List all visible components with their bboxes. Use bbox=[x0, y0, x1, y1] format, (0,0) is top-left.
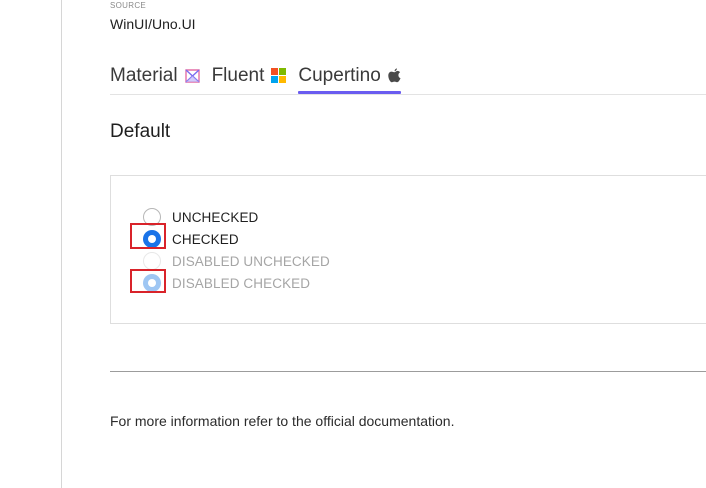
radio-disabled-checked: DISABLED CHECKED bbox=[143, 273, 310, 293]
source-label: SOURCE bbox=[110, 1, 147, 10]
tab-material-label: Material bbox=[110, 64, 178, 86]
radio-disabled-checked-circle-icon bbox=[143, 274, 161, 292]
radio-demo-panel bbox=[110, 175, 706, 324]
radio-checked[interactable]: CHECKED bbox=[143, 229, 239, 249]
radio-disabled-unchecked: DISABLED UNCHECKED bbox=[143, 251, 330, 271]
apple-logo-icon bbox=[388, 68, 401, 83]
radio-unchecked-circle-icon[interactable] bbox=[143, 208, 161, 226]
tab-fluent-label: Fluent bbox=[211, 64, 265, 86]
radio-disabled-unchecked-circle-icon bbox=[143, 252, 161, 270]
material-logo-icon bbox=[184, 68, 200, 83]
radio-disabled-unchecked-label: DISABLED UNCHECKED bbox=[172, 253, 330, 269]
page: SOURCE WinUI/Uno.UI Material Fluent Cupe… bbox=[0, 0, 706, 488]
source-value: WinUI/Uno.UI bbox=[110, 16, 196, 32]
left-divider bbox=[61, 0, 62, 488]
radio-unchecked[interactable]: UNCHECKED bbox=[143, 207, 258, 227]
radio-unchecked-label: UNCHECKED bbox=[172, 209, 259, 225]
section-title: Default bbox=[110, 121, 171, 142]
radio-checked-label: CHECKED bbox=[172, 231, 239, 247]
tab-material[interactable]: Material bbox=[110, 60, 200, 91]
documentation-note: For more information refer to the offici… bbox=[110, 413, 455, 429]
radio-disabled-checked-label: DISABLED CHECKED bbox=[172, 275, 311, 291]
tab-fluent[interactable]: Fluent bbox=[212, 60, 287, 91]
radio-checked-circle-icon[interactable] bbox=[143, 230, 161, 248]
tab-cupertino-label: Cupertino bbox=[298, 64, 381, 86]
windows-logo-icon bbox=[271, 68, 287, 83]
design-system-tabs: Material Fluent Cupertino bbox=[110, 60, 706, 95]
section-divider bbox=[110, 371, 706, 372]
tab-cupertino[interactable]: Cupertino bbox=[298, 60, 402, 94]
